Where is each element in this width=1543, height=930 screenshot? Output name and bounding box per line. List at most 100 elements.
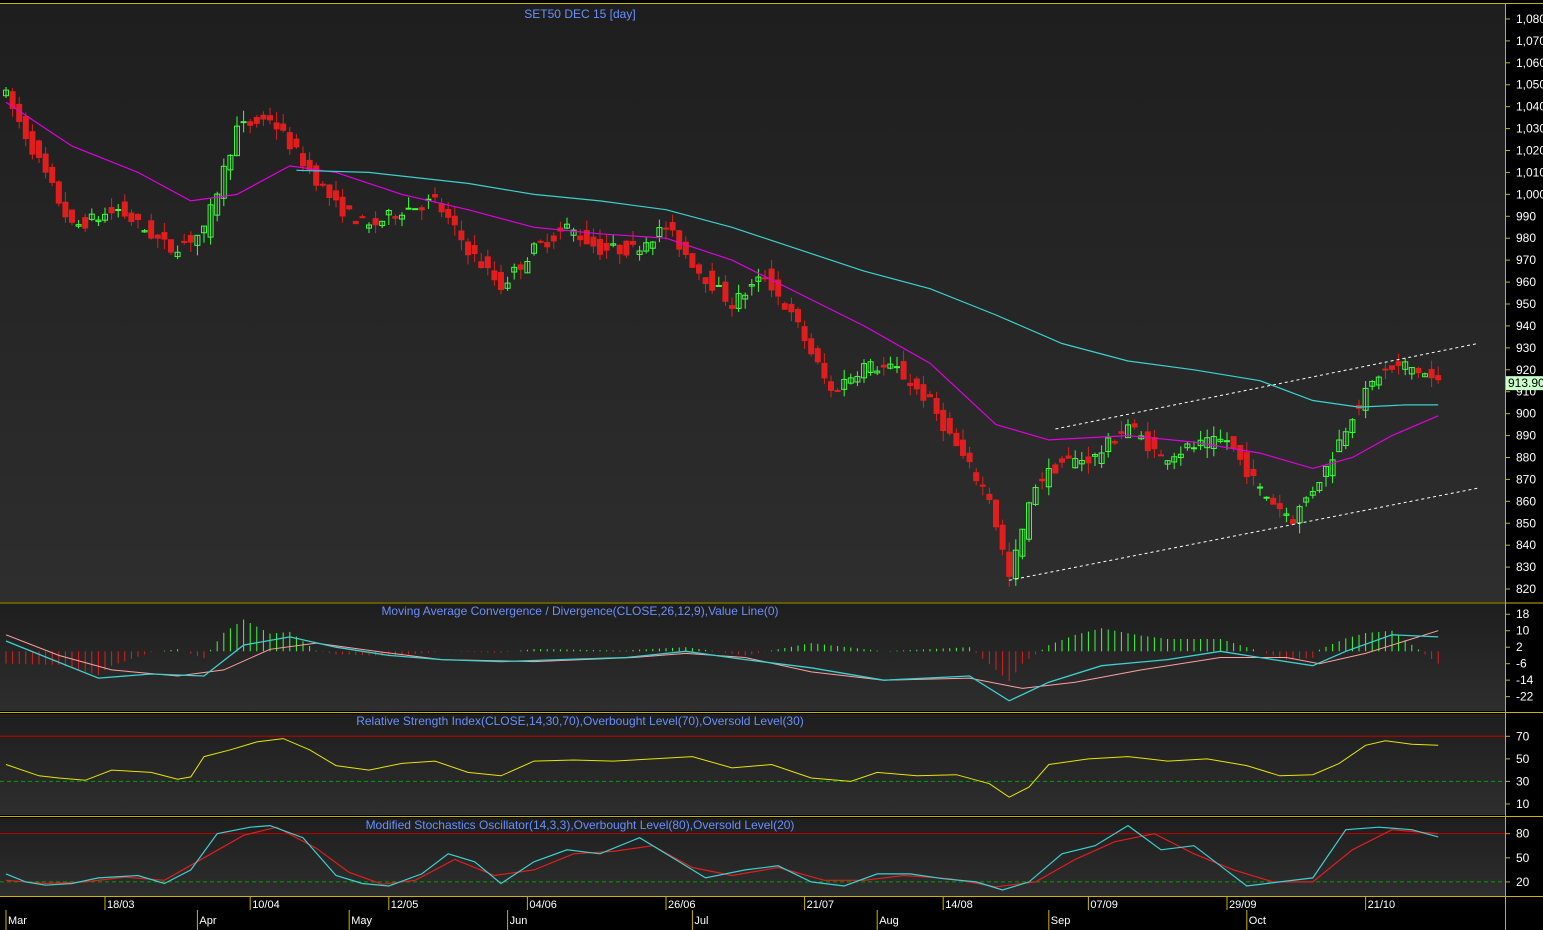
bear-candle bbox=[781, 303, 788, 310]
bear-candle bbox=[597, 238, 603, 255]
rsi-panel: Relative Strength Index(CLOSE,14,30,70),… bbox=[0, 714, 1505, 815]
bear-candle bbox=[1151, 436, 1158, 450]
bear-candle bbox=[319, 183, 326, 186]
bear-candle bbox=[69, 209, 75, 223]
bear-candle bbox=[42, 153, 49, 173]
bear-candle bbox=[161, 232, 168, 240]
macd-panel-title: Moving Average Convergence / Divergence(… bbox=[381, 604, 778, 618]
rsi-axis: 70 50 30 10 bbox=[1505, 729, 1530, 811]
bear-candle bbox=[517, 264, 524, 270]
bear-candle bbox=[940, 409, 947, 432]
bear-candle bbox=[973, 472, 980, 482]
bear-candle bbox=[471, 245, 478, 255]
price-tick-label: 840 bbox=[1516, 538, 1536, 552]
bear-candle bbox=[913, 378, 920, 390]
price-tick-label: 1,070 bbox=[1516, 34, 1543, 48]
price-tick-label: 820 bbox=[1516, 582, 1536, 596]
x-axis-background bbox=[0, 897, 1505, 930]
price-panel: SET50 DEC 15 [day] bbox=[0, 4, 1505, 602]
macd-axis: 18 10 2 -6 -14 -22 bbox=[1505, 607, 1534, 704]
bear-candle bbox=[1382, 368, 1389, 371]
x-axis-tick-label: 04/06 bbox=[529, 899, 557, 911]
macd-tick-label: 10 bbox=[1516, 624, 1530, 638]
bear-candle bbox=[498, 271, 504, 290]
price-tick-label: 990 bbox=[1516, 209, 1536, 223]
bear-candle bbox=[788, 303, 795, 313]
bear-candle bbox=[49, 166, 56, 183]
bear-candle bbox=[1052, 464, 1059, 474]
bear-candle bbox=[1039, 478, 1046, 482]
bear-candle bbox=[821, 362, 828, 379]
bull-candle bbox=[715, 284, 722, 287]
bear-candle bbox=[1118, 431, 1125, 434]
price-tick-label: 1,000 bbox=[1516, 187, 1543, 201]
price-tick-label: 940 bbox=[1516, 319, 1536, 333]
bull-candle bbox=[1191, 447, 1197, 450]
x-axis-tick-label: 18/03 bbox=[107, 899, 135, 911]
bear-candle bbox=[1290, 519, 1296, 525]
macd-tick-label: 2 bbox=[1516, 640, 1523, 654]
bear-candle bbox=[880, 364, 887, 368]
bear-candle bbox=[722, 281, 729, 302]
bull-candle bbox=[1224, 440, 1230, 443]
stoch-tick-label: 80 bbox=[1516, 827, 1530, 841]
bear-candle bbox=[267, 115, 273, 121]
bear-candle bbox=[286, 132, 293, 150]
bear-candle bbox=[1243, 452, 1250, 478]
rsi-tick-label: 30 bbox=[1516, 774, 1530, 788]
bear-candle bbox=[168, 239, 174, 253]
price-tick-label: 850 bbox=[1516, 516, 1536, 530]
bear-candle bbox=[451, 215, 458, 226]
price-tick-label: 930 bbox=[1516, 341, 1536, 355]
price-axis: 1,080 1,070 1,060 1,050 1,040 1,030 1,020 1,010… bbox=[1505, 12, 1543, 596]
bear-candle bbox=[834, 389, 841, 392]
bear-candle bbox=[1389, 365, 1395, 370]
bear-candle bbox=[1270, 497, 1277, 505]
bull-candle bbox=[115, 209, 122, 212]
bear-candle bbox=[946, 418, 953, 434]
bear-candle bbox=[993, 499, 999, 528]
bear-candle bbox=[953, 432, 960, 447]
bear-candle bbox=[999, 524, 1006, 550]
bear-candle bbox=[300, 153, 306, 167]
bear-candle bbox=[1395, 361, 1402, 366]
bear-candle bbox=[438, 203, 445, 213]
x-axis-tick-label: 10/04 bbox=[252, 899, 280, 911]
bear-candle bbox=[418, 207, 425, 211]
x-axis-tick-label: 12/05 bbox=[391, 899, 419, 911]
bear-candle bbox=[108, 207, 115, 214]
bear-candle bbox=[795, 308, 801, 323]
bear-candle bbox=[1237, 444, 1244, 460]
price-tick-label: 830 bbox=[1516, 560, 1536, 574]
x-axis-tick-label: 07/09 bbox=[1090, 899, 1118, 911]
bear-candle bbox=[828, 381, 834, 391]
price-tick-label: 1,060 bbox=[1516, 56, 1543, 70]
bear-candle bbox=[55, 181, 62, 204]
last-price-label: 913.90 bbox=[1508, 376, 1543, 390]
bear-candle bbox=[623, 240, 630, 256]
bear-candle bbox=[966, 452, 973, 463]
price-tick-label: 1,080 bbox=[1516, 12, 1543, 26]
price-tick-label: 950 bbox=[1516, 297, 1536, 311]
stoch-tick-label: 20 bbox=[1516, 875, 1530, 889]
price-tick-label: 970 bbox=[1516, 253, 1536, 267]
x-axis-tick-label: 14/08 bbox=[945, 899, 973, 911]
price-tick-label: 960 bbox=[1516, 275, 1536, 289]
bear-candle bbox=[1428, 368, 1435, 379]
bear-candle bbox=[352, 220, 359, 225]
bear-candle bbox=[154, 234, 161, 239]
bear-candle bbox=[702, 277, 709, 285]
bear-candle bbox=[432, 194, 438, 198]
bear-candle bbox=[1250, 468, 1257, 477]
bull-candle bbox=[894, 366, 900, 369]
bear-candle bbox=[590, 236, 597, 247]
bear-candle bbox=[709, 270, 716, 291]
bear-candle bbox=[808, 338, 815, 355]
bear-candle bbox=[1230, 436, 1237, 450]
price-tick-label: 920 bbox=[1516, 363, 1536, 377]
bear-candle bbox=[29, 131, 36, 155]
x-axis-tick-label: 26/06 bbox=[668, 899, 696, 911]
x-axis-tick-label: Apr bbox=[199, 915, 216, 927]
bear-candle bbox=[1059, 458, 1065, 463]
bear-candle bbox=[616, 244, 623, 255]
